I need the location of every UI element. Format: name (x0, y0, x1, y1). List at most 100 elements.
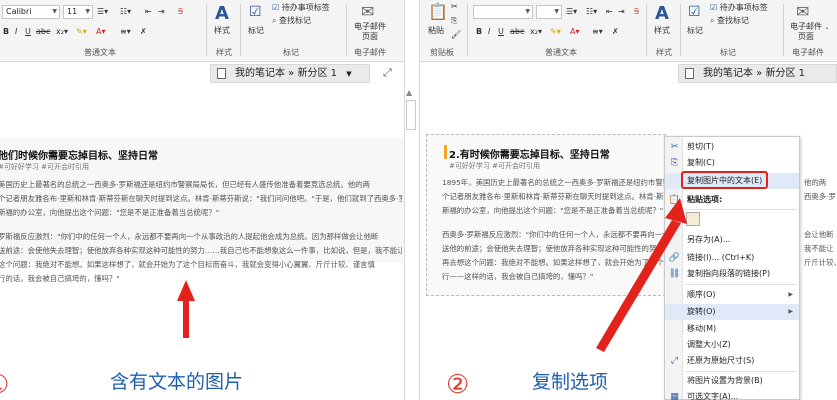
align-icon[interactable]: ≡▾ (592, 26, 603, 38)
strikethrough-icon[interactable]: abc (36, 26, 50, 38)
menu-item-order[interactable]: 顺序(O) ▶ (665, 287, 799, 303)
indent-icon[interactable]: ⇥ (158, 6, 165, 18)
email-icon[interactable]: ✉ (361, 2, 374, 22)
edge-line: 我不能让 (804, 244, 834, 253)
tag-find[interactable]: ⌕ 查找标记 (710, 15, 749, 26)
group-separator (206, 4, 207, 56)
copy-icon[interactable]: ⎘ (451, 15, 457, 27)
bold-icon[interactable]: B (476, 26, 482, 38)
menu-item-label: 调整大小(Z) (687, 340, 731, 349)
italic-icon[interactable]: I (15, 26, 17, 38)
menu-item-cut[interactable]: ✂ 剪切(T) (665, 139, 799, 155)
menu-item-rotate[interactable]: 旋转(O) ▶ (665, 304, 799, 320)
paste-icon: 📋 (668, 195, 681, 205)
email-icon[interactable]: ✉ (796, 2, 809, 22)
underline-icon[interactable]: U (498, 26, 504, 38)
styles-icon[interactable]: A (655, 4, 669, 24)
scrollbar-thumb[interactable] (406, 100, 416, 130)
paragraph-line: 西奥多·罗斯福反应激烈："你们中的任何一个人，永远都不要再向一个从事 (442, 230, 666, 239)
bullet-list-icon[interactable]: ☰▾ (566, 6, 577, 18)
font-color-icon[interactable]: A▾ (570, 26, 580, 38)
group-label-email: 电子邮件 (354, 48, 386, 57)
caption-copy-option: 复制选项 (532, 371, 609, 393)
menu-item-move[interactable]: 移动(M) (665, 321, 799, 337)
subscript-icon[interactable]: x₂▾ (530, 26, 542, 38)
number-list-icon[interactable]: ☷▾ (586, 6, 597, 18)
styles-button-label[interactable]: 样式 (214, 25, 230, 36)
tags-button-label[interactable]: 标记 (687, 25, 703, 36)
menu-item-set-as-background[interactable]: 将图片设置为背景(B) (665, 373, 799, 389)
menu-item-label: 另存为(A)... (687, 235, 731, 244)
underline-icon[interactable]: U (25, 26, 31, 38)
tag-checkbox-icon[interactable]: ☑ (688, 2, 701, 22)
clear-all-icon[interactable]: ✗ (140, 26, 147, 38)
font-color-icon[interactable]: A▾ (96, 26, 106, 38)
italic-icon[interactable]: I (488, 26, 490, 38)
clear-all-icon[interactable]: ✗ (612, 26, 619, 38)
menu-item-copy[interactable]: ⎘ 复制(C) (665, 155, 799, 171)
paste-icon[interactable]: 📋 (428, 2, 448, 22)
align-icon[interactable]: ≡▾ (120, 26, 131, 38)
subscript-icon[interactable]: x₂▾ (56, 26, 68, 38)
edge-line: 他的两 (804, 178, 827, 187)
font-size-combo[interactable]: 11 ▼ (63, 5, 93, 19)
highlight-icon[interactable]: ✎▾ (76, 26, 87, 38)
ribbon-collapse-icon[interactable]: ˆ (825, 26, 829, 38)
tag-checkbox-icon[interactable]: ☑ (249, 2, 262, 22)
styles-button-label[interactable]: 样式 (654, 25, 670, 36)
notebook-section-selector[interactable]: 我的笔记本 » 新分区 1 (678, 64, 837, 83)
scroll-up-icon[interactable]: ▲ (406, 88, 412, 97)
outdent-icon[interactable]: ⇤ (145, 6, 152, 18)
menu-item-label: 移动(M) (687, 324, 717, 333)
indent-icon[interactable]: ⇥ (618, 6, 625, 18)
paragraph-line: 这个问题：我绝对不能想。如果这样想了，就会开始为了这个目标而奋斗，我就会变得小心… (0, 260, 375, 269)
tag-todo[interactable]: ☑ 待办事项标签 (710, 2, 768, 13)
menu-item-resize[interactable]: 调整大小(Z) (665, 337, 799, 353)
email-page-button[interactable]: 电子邮件 页面 (790, 22, 822, 42)
format-painter-icon[interactable]: 🖌 (451, 29, 461, 41)
menu-item-link[interactable]: 🔗 链接(I)... (Ctrl+K) (665, 250, 799, 266)
notebook-section-selector[interactable]: 我的笔记本 » 新分区 1 ▼ (210, 64, 370, 83)
group-label-styles: 样式 (656, 48, 672, 57)
expand-icon[interactable]: ⤢ (383, 66, 392, 80)
tag-find[interactable]: ⌕ 查找标记 (272, 15, 311, 26)
paste-button-label[interactable]: 粘贴 (428, 25, 444, 36)
menu-item-label: 旋转(O) (687, 307, 716, 316)
group-label-tags: 标记 (720, 48, 736, 57)
notebook-icon (685, 68, 694, 79)
number-list-icon[interactable]: ☷▾ (120, 6, 131, 18)
group-label-email: 电子邮件 (792, 48, 824, 57)
menu-item-copy-link-to-paragraph[interactable]: ⛓ 复制指向段落的链接(P) (665, 266, 799, 282)
menu-item-save-as[interactable]: 另存为(A)... (665, 232, 799, 248)
cut-icon[interactable]: ✂ (451, 1, 458, 13)
strikethrough-icon[interactable]: abc (510, 26, 524, 38)
paragraph-line: 1895年，美国历史上最著名的总统之一西奥多·罗斯福还是纽约市警察局局长， (442, 178, 666, 187)
paragraph-link-icon: ⛓ (668, 269, 681, 279)
outdent-icon[interactable]: ⇤ (606, 6, 613, 18)
menu-item-restore-size[interactable]: ⤢ 还原为原始尺寸(S) (665, 353, 799, 369)
chevron-right-icon: ▶ (788, 291, 793, 298)
bold-icon[interactable]: B (3, 26, 9, 38)
menu-item-alt-text[interactable]: ▦ 可选文字(A)... (665, 389, 799, 400)
email-line2: 页面 (798, 32, 814, 41)
tags-button-label[interactable]: 标记 (248, 25, 264, 36)
clear-format-icon[interactable]: Ꞩ (634, 6, 639, 18)
checkbox-icon: ☑ (710, 3, 718, 12)
menu-item-label: 复制指向段落的链接(P) (687, 269, 771, 278)
font-name-combo[interactable]: Calibri ▼ (2, 5, 60, 19)
chevron-right-icon: ▶ (788, 308, 793, 315)
styles-icon[interactable]: A (215, 4, 229, 24)
link-icon: 🔗 (668, 253, 681, 263)
tag-todo[interactable]: ☑ 待办事项标签 (272, 2, 330, 13)
email-page-button[interactable]: 电子邮件 页面 (354, 22, 386, 42)
font-name-combo[interactable]: ▼ (473, 5, 533, 19)
group-separator (467, 4, 468, 56)
clear-format-icon[interactable]: Ꞩ (178, 6, 183, 18)
bullet-list-icon[interactable]: ☰▾ (97, 6, 108, 18)
font-size-combo[interactable]: ▼ (536, 5, 562, 19)
group-label-tags: 标记 (283, 48, 299, 57)
left-onenote-window: Calibri ▼ 11 ▼ ☰▾ ☷▾ ⇤ ⇥ Ꞩ B I U abc x₂▾ ✎… (0, 0, 404, 400)
highlight-icon[interactable]: ✎▾ (550, 26, 561, 38)
group-label-styles: 样式 (216, 48, 232, 57)
paste-keep-format-icon[interactable] (686, 212, 700, 226)
